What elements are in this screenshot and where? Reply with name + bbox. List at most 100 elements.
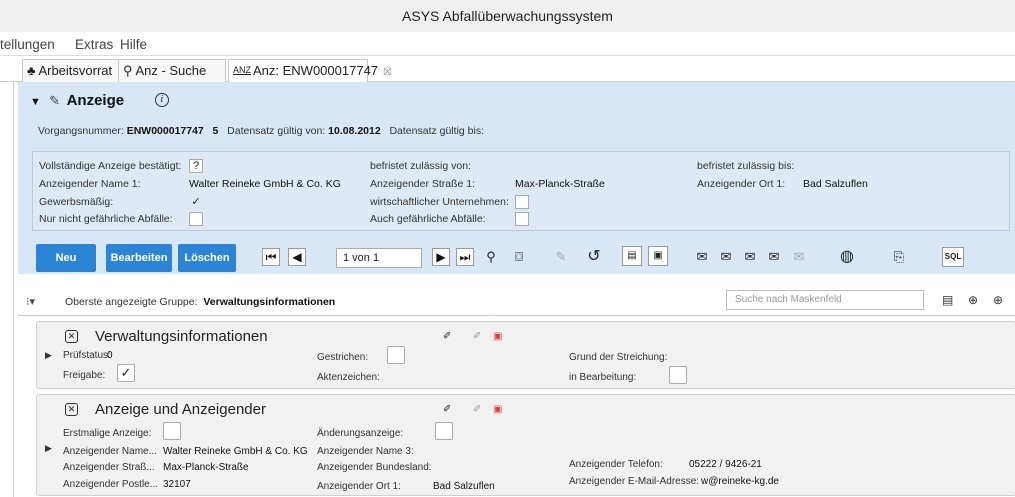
vorgang-count: 5 — [212, 125, 219, 137]
mail-code-icon[interactable]: ✉ — [763, 246, 785, 268]
section-close-icon[interactable]: ✕ — [65, 330, 78, 343]
menu-bar: tellungen Extras Hilfe — [0, 32, 1015, 56]
globe-icon[interactable]: ◍ — [836, 246, 858, 268]
erstmalig-checkbox[interactable] — [163, 422, 181, 440]
pin-icon[interactable]: ✐ — [443, 331, 451, 342]
auch-label: Auch gefährliche Abfälle: — [370, 213, 486, 225]
wirtschaft-label: wirtschaftlicher Unternehmen: — [370, 196, 509, 208]
window-title: ASYS Abfallüberwachungssystem — [0, 0, 1015, 32]
aktenzeichen-label: Aktenzeichen: — [317, 372, 380, 383]
freigabe-checkbox[interactable]: ✓ — [117, 364, 135, 382]
ort-label: Anzeigender Ort 1: — [697, 178, 786, 190]
tab-label: Anz: ENW000017747 — [253, 63, 379, 78]
camera-icon[interactable]: ⌼ — [508, 246, 530, 268]
pin-disabled-icon[interactable]: ✐ — [473, 404, 481, 415]
inbearb-label: in Bearbeitung: — [569, 372, 637, 383]
expand-triangle-icon[interactable]: ▶ — [45, 443, 52, 454]
document-icon[interactable]: ⎘ — [888, 246, 910, 268]
gewerbs-checkbox[interactable]: ✓ — [189, 195, 203, 209]
form-alt-icon[interactable]: ▣ — [648, 246, 668, 266]
form-icon[interactable]: ▤ — [622, 246, 642, 266]
befristet-von-label: befristet zulässig von: — [370, 160, 471, 172]
group-label: Oberste angezeigte Gruppe: Verwaltungsin… — [65, 296, 335, 308]
pruefstatus-label: Prüfstatus: — [63, 350, 111, 361]
undo-icon[interactable]: ↺ — [583, 246, 605, 268]
pin-icon[interactable]: ✐ — [443, 404, 451, 415]
section-title: Anzeige und Anzeigender — [95, 401, 266, 418]
next-record-icon[interactable]: ▶ — [432, 248, 450, 266]
expand-triangle-icon[interactable]: ▶ — [45, 350, 52, 361]
sql-button[interactable]: SQL — [942, 247, 964, 267]
mask-search-input[interactable]: Suche nach Maskenfeld — [726, 290, 924, 310]
auch-checkbox[interactable] — [515, 212, 529, 226]
flag-icon[interactable]: ▣ — [493, 404, 502, 415]
name-value: Walter Reineke GmbH & Co. KG — [163, 446, 308, 457]
bestaetigt-label: Vollständige Anzeige bestätigt: — [39, 160, 182, 172]
anz-icon: ANZ — [233, 65, 251, 75]
inbearb-checkbox[interactable] — [669, 366, 687, 384]
email-value[interactable]: w@reineke-kg.de — [701, 476, 779, 487]
close-icon[interactable]: ☒ — [383, 67, 392, 78]
strasse-label: Anzeigender Straße 1: — [370, 178, 476, 190]
menu-item-hilfe[interactable]: Hilfe — [120, 37, 147, 52]
collapse-triangle-icon[interactable]: ▼ — [30, 96, 41, 108]
mail-people-icon[interactable]: ✉ — [739, 246, 761, 268]
telefon-label: Anzeigender Telefon: — [569, 459, 663, 470]
neu-button[interactable]: Neu — [36, 244, 96, 272]
anzeige-panel: ▼ ✎ Anzeige i Vorgangsnummer: ENW0000177… — [18, 82, 1015, 274]
nurnicht-label: Nur nicht gefährliche Abfälle: — [39, 213, 173, 225]
name-label: Anzeigender Name... — [63, 446, 157, 457]
strasse-label: Anzeigender Straß... — [63, 462, 155, 473]
mail-disabled-icon[interactable]: ✉ — [788, 246, 810, 268]
tab-label: Arbeitsvorrat — [38, 63, 113, 78]
last-record-icon[interactable]: ⏭ — [456, 248, 474, 266]
bestaetigt-checkbox[interactable]: ? — [189, 159, 203, 173]
mail-list-icon[interactable]: ✉ — [715, 246, 737, 268]
aenderung-checkbox[interactable] — [435, 422, 453, 440]
wirtschaft-checkbox[interactable] — [515, 195, 529, 209]
anzeige-fields: Vollständige Anzeige bestätigt: ? Anzeig… — [32, 151, 1010, 231]
loeschen-button[interactable]: Löschen — [178, 244, 236, 272]
flag-icon[interactable]: ▣ — [493, 331, 502, 342]
bearbeiten-button[interactable]: Bearbeiten — [106, 244, 172, 272]
nurnicht-checkbox[interactable] — [189, 212, 203, 226]
name-value: Walter Reineke GmbH & Co. KG — [189, 178, 341, 190]
panel-title[interactable]: ▼ ✎ Anzeige — [30, 92, 124, 109]
clipboard-icon[interactable]: ▤ — [942, 293, 953, 307]
pager-input[interactable]: 1 von 1 — [336, 248, 422, 268]
menu-item-extras[interactable]: Extras — [75, 37, 113, 52]
menu-item-einstellungen[interactable]: tellungen — [0, 37, 55, 52]
section-close-icon[interactable]: ✕ — [65, 403, 78, 416]
gueltig-von-label: Datensatz gültig von: — [227, 125, 326, 137]
pin-disabled-icon[interactable]: ✐ — [473, 331, 481, 342]
tab-anz-detail[interactable]: ANZ Anz: ENW000017747 ☒ — [228, 59, 392, 82]
mail-export-icon[interactable]: ✉ — [691, 246, 713, 268]
edit-disabled-icon[interactable]: ✎ — [550, 246, 572, 268]
vorgang-line: Vorgangsnummer: ENW000017747 5 Datensatz… — [38, 125, 484, 137]
gestrichen-checkbox[interactable] — [387, 346, 405, 364]
list-search-icon[interactable]: ⚲ — [480, 246, 502, 268]
gewerbs-label: Gewerbsmäßig: — [39, 196, 114, 208]
name3-label: Anzeigender Name 3: — [317, 446, 414, 457]
tab-anz-suche[interactable]: ⚲ Anz - Suche — [118, 59, 226, 82]
collapse-all-icon[interactable]: ⊕ — [993, 293, 1003, 307]
ort-label: Anzeigender Ort 1: — [317, 481, 401, 492]
first-record-icon[interactable]: ⏮ — [262, 248, 280, 266]
pencil-icon: ✎ — [49, 93, 60, 108]
strasse-value: Max-Planck-Straße — [515, 178, 605, 190]
tab-bar: ♣ Arbeitsvorrat ⚲ Anz - Suche ANZ Anz: EN… — [0, 57, 1015, 82]
grund-label: Grund der Streichung: — [569, 352, 668, 363]
gueltig-von-value: 10.08.2012 — [328, 125, 381, 137]
vorgang-label: Vorgangsnummer: — [38, 125, 124, 137]
tab-arbeitsvorrat[interactable]: ♣ Arbeitsvorrat — [22, 59, 122, 82]
prev-record-icon[interactable]: ◀ — [288, 248, 306, 266]
group-menu-icon[interactable]: ⁝▾ — [26, 295, 35, 308]
freigabe-label: Freigabe: — [63, 370, 106, 381]
info-icon[interactable]: i — [155, 93, 169, 107]
expand-all-icon[interactable]: ⊕ — [968, 293, 978, 307]
email-label: Anzeigender E-Mail-Adresse: — [569, 476, 700, 487]
name-label: Anzeigender Name 1: — [39, 178, 141, 190]
section-title: Verwaltungsinformationen — [95, 328, 268, 345]
pruefstatus-value: 0 — [107, 350, 113, 361]
postleitzahl-label: Anzeigender Postle... — [63, 479, 159, 490]
